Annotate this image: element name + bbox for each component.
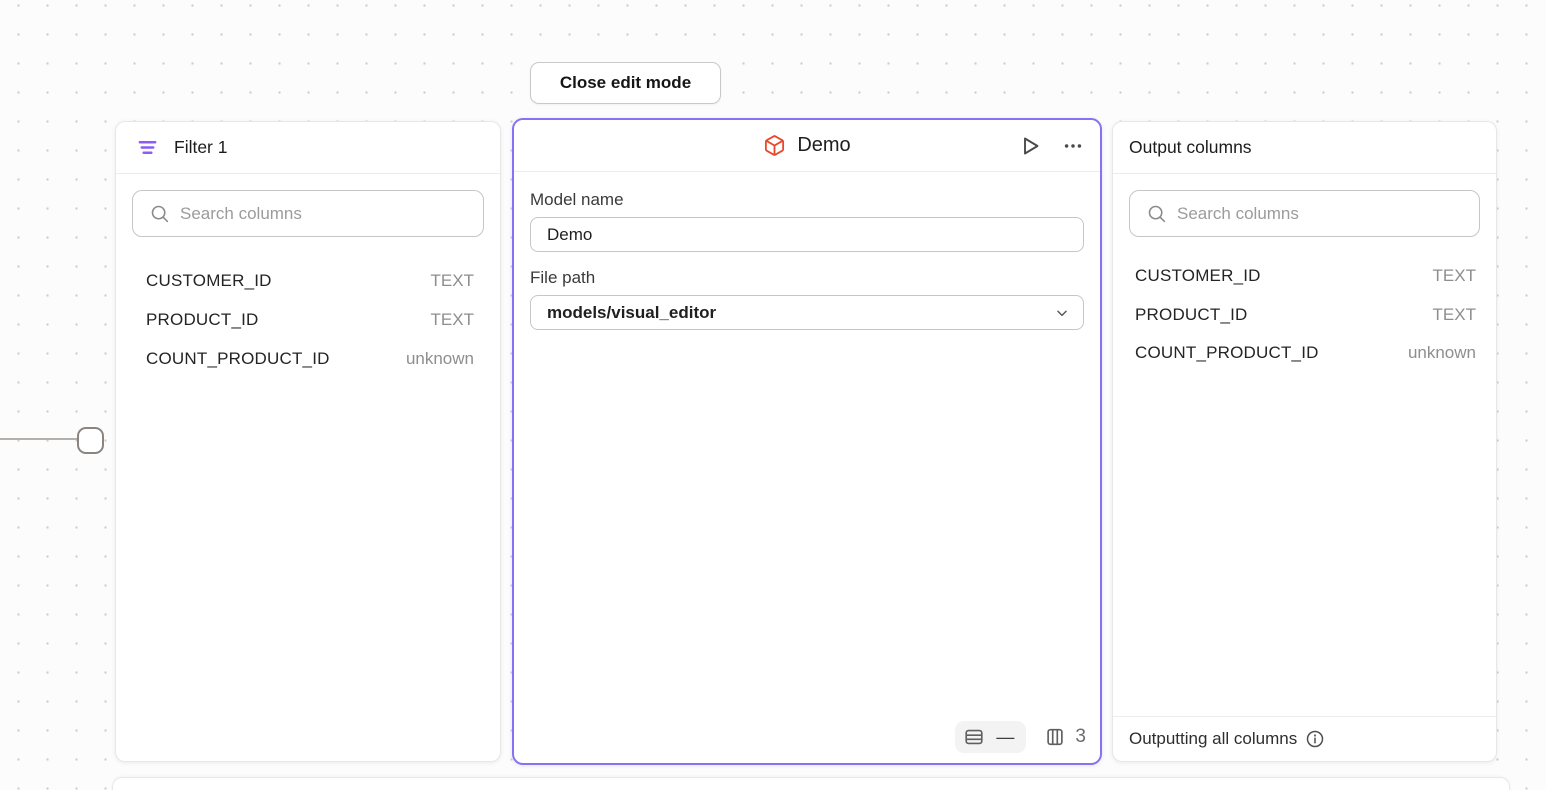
column-name: COUNT_PRODUCT_ID	[1135, 343, 1319, 363]
filter-column-list: CUSTOMER_ID TEXT PRODUCT_ID TEXT COUNT_P…	[116, 253, 500, 378]
column-name: COUNT_PRODUCT_ID	[146, 349, 330, 369]
ellipsis-icon[interactable]	[1062, 135, 1084, 157]
output-panel-title: Output columns	[1129, 137, 1252, 158]
file-path-value: models/visual_editor	[547, 303, 716, 323]
column-type: TEXT	[1433, 305, 1476, 325]
column-name: CUSTOMER_ID	[1135, 266, 1261, 286]
search-icon	[149, 203, 170, 224]
filter-search-input[interactable]	[180, 204, 471, 224]
filter-search-box[interactable]	[132, 190, 484, 237]
cube-icon	[763, 134, 786, 157]
output-column-list: CUSTOMER_ID TEXT PRODUCT_ID TEXT COUNT_P…	[1113, 253, 1496, 373]
model-name-field[interactable]	[530, 217, 1084, 252]
info-icon[interactable]	[1305, 729, 1325, 749]
column-type: unknown	[1408, 343, 1476, 363]
table-rows-icon	[963, 726, 985, 748]
outputting-all-columns-text: Outputting all columns	[1129, 729, 1297, 749]
column-row[interactable]: PRODUCT_ID TEXT	[116, 300, 500, 339]
file-path-label: File path	[530, 268, 1084, 288]
row-count-stat: —	[955, 721, 1026, 753]
play-icon[interactable]	[1018, 134, 1042, 158]
model-header-actions	[1018, 120, 1084, 171]
column-type: TEXT	[431, 271, 474, 291]
edge-connection-handle[interactable]	[77, 427, 104, 454]
model-name-label: Model name	[530, 190, 1084, 210]
model-node-panel: Demo Model name File path models/visual_…	[512, 118, 1102, 765]
column-row[interactable]: PRODUCT_ID TEXT	[1113, 296, 1496, 335]
column-row[interactable]: CUSTOMER_ID TEXT	[116, 261, 500, 300]
column-type: TEXT	[431, 310, 474, 330]
search-icon	[1146, 203, 1167, 224]
output-columns-panel: Output columns CUSTOMER_ID TEXT PRODUCT_…	[1112, 121, 1497, 762]
column-row[interactable]: CUSTOMER_ID TEXT	[1113, 257, 1496, 296]
column-row[interactable]: COUNT_PRODUCT_ID unknown	[116, 339, 500, 378]
model-stats-footer: — 3	[955, 721, 1086, 753]
column-type: TEXT	[1433, 266, 1476, 286]
output-panel-footer: Outputting all columns	[1113, 716, 1496, 761]
output-panel-header: Output columns	[1113, 122, 1496, 174]
column-row[interactable]: COUNT_PRODUCT_ID unknown	[1113, 334, 1496, 373]
model-panel-body: Model name File path models/visual_edito…	[514, 172, 1100, 763]
close-edit-mode-button[interactable]: Close edit mode	[530, 62, 721, 104]
filter-panel-title: Filter 1	[174, 137, 227, 158]
filter-node-panel: Filter 1 CUSTOMER_ID TEXT PRODUCT_ID TEX…	[115, 121, 501, 762]
edge-connector-line	[0, 438, 79, 440]
column-count-value: 3	[1075, 726, 1086, 748]
chevron-down-icon	[1055, 306, 1069, 320]
column-name: PRODUCT_ID	[1135, 305, 1248, 325]
file-path-select[interactable]: models/visual_editor	[530, 295, 1084, 330]
column-type: unknown	[406, 349, 474, 369]
filter-lines-icon	[136, 136, 159, 159]
column-name: PRODUCT_ID	[146, 310, 259, 330]
table-columns-icon	[1044, 726, 1066, 748]
filter-panel-header: Filter 1	[116, 122, 500, 174]
model-panel-title: Demo	[797, 134, 850, 157]
output-search-input[interactable]	[1177, 204, 1467, 224]
row-count-value: —	[996, 728, 1014, 746]
output-search-box[interactable]	[1129, 190, 1480, 237]
bottom-preview-panel[interactable]	[112, 777, 1510, 790]
column-name: CUSTOMER_ID	[146, 271, 272, 291]
model-panel-header: Demo	[514, 120, 1100, 172]
column-count-stat: 3	[1044, 726, 1086, 748]
